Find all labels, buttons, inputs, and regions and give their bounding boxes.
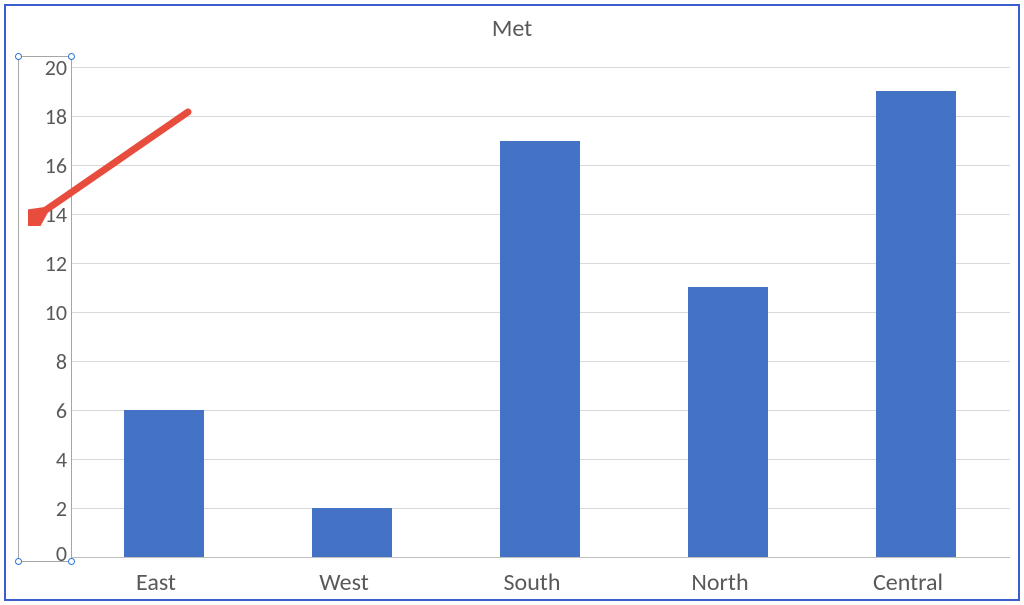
y-axis-tick: 10 (19, 302, 67, 324)
gridline (72, 116, 1010, 117)
gridline (72, 67, 1010, 68)
x-axis-category: Central (848, 568, 968, 597)
x-axis-category: East (96, 568, 216, 597)
y-axis-selection-box[interactable]: 20 18 16 14 12 10 8 6 4 2 0 (18, 56, 72, 562)
chart-title: Met (6, 14, 1018, 43)
y-axis-tick: 20 (19, 57, 67, 79)
y-axis-tick: 4 (19, 449, 67, 471)
y-axis-tick: 12 (19, 253, 67, 275)
chart-frame[interactable]: Met 20 18 16 14 12 10 8 6 4 2 0 (4, 4, 1020, 601)
bar-west[interactable] (312, 508, 392, 557)
y-axis-tick: 16 (19, 155, 67, 177)
y-axis-tick: 6 (19, 400, 67, 422)
bar-east[interactable] (124, 410, 204, 557)
x-axis-category: West (284, 568, 404, 597)
plot-area[interactable] (72, 56, 1010, 562)
y-axis-tick: 8 (19, 351, 67, 373)
axis-baseline (72, 557, 1010, 558)
x-axis-category: North (660, 568, 780, 597)
bar-north[interactable] (688, 287, 768, 557)
y-axis-tick: 18 (19, 106, 67, 128)
bar-central[interactable] (876, 91, 956, 557)
y-axis-tick: 14 (19, 204, 67, 226)
x-axis-category: South (472, 568, 592, 597)
y-axis-tick: 0 (19, 543, 67, 565)
bar-south[interactable] (500, 141, 580, 557)
y-axis-tick: 2 (19, 498, 67, 520)
